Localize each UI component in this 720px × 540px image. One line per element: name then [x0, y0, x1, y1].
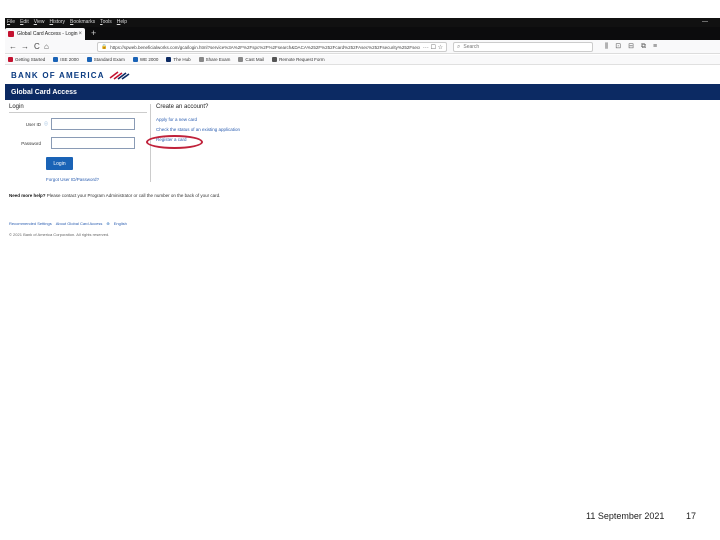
login-button[interactable]: Login [46, 157, 73, 170]
slide: File Edit View History Bookmarks Tools H… [0, 0, 720, 540]
bookmark-item[interactable]: Standard Exam [86, 57, 125, 62]
menu-edit[interactable]: Edit [20, 18, 29, 27]
forward-arrow-icon[interactable]: → [21, 42, 29, 52]
bookmark-icon [198, 57, 204, 62]
search-input[interactable] [463, 43, 574, 51]
menu-view[interactable]: View [34, 18, 45, 27]
url-text: https://spweb.beneficialworks.com/gca/lo… [110, 44, 420, 50]
search-box[interactable]: ⌕ [453, 42, 593, 52]
favicon-icon [8, 31, 14, 37]
hamburger-menu-icon[interactable]: ≡ [653, 42, 657, 52]
home-icon[interactable]: ⌂ [44, 42, 49, 52]
forgot-credentials-link[interactable]: Forgot User ID/Password? [46, 177, 99, 182]
boa-header: BANK OF AMERICA [5, 66, 720, 84]
bookmark-item[interactable]: Remote Request Form [272, 57, 325, 62]
user-id-row: User ID ⓘ [9, 118, 135, 130]
library-icon[interactable]: ⫼ [605, 42, 608, 52]
menu-history[interactable]: History [49, 18, 65, 27]
bookmark-item[interactable]: Cast Mail [238, 57, 264, 62]
bookmark-icon [8, 57, 13, 62]
reader-icon[interactable]: ⊟ [628, 42, 634, 52]
tab-global-card-access[interactable]: Global Card Access - Login × [5, 28, 85, 40]
copyright: © 2021 Bank of America Corporation. All … [9, 232, 110, 237]
banner-title: Global Card Access [11, 88, 77, 96]
menu-file[interactable]: File [7, 18, 15, 27]
bank-of-america-logo[interactable]: BANK OF AMERICA [11, 71, 105, 80]
tab-strip: Global Card Access - Login × + [5, 27, 720, 40]
login-panel: Login User ID ⓘ Password ⓘ Login Forgot … [9, 104, 147, 184]
flagscape-logo-icon [109, 71, 130, 80]
bookmarks-bar: Getting Started ISE 2000 Standard Exam W… [5, 55, 720, 65]
highlight-circle [146, 135, 203, 149]
menu-bar: File Edit View History Bookmarks Tools H… [5, 18, 720, 27]
bookmark-icon [272, 57, 278, 62]
info-icon[interactable]: ⓘ [44, 121, 48, 127]
login-heading: Login [9, 104, 147, 113]
menu-tools[interactable]: Tools [100, 18, 112, 27]
password-input[interactable] [51, 137, 135, 149]
bookmark-icon [166, 57, 172, 62]
bookmark-icon [53, 57, 59, 62]
address-bar[interactable]: 🔒 https://spweb.beneficialworks.com/gca/… [97, 42, 447, 52]
bookmark-item[interactable]: Share Exam [198, 57, 230, 62]
globe-icon: ⊕ [106, 221, 110, 226]
tab-close-icon[interactable]: × [78, 31, 82, 37]
navigation-bar: ← → C ⌂ 🔒 https://spweb.beneficialworks.… [5, 40, 720, 54]
bookmark-item[interactable]: ISE 2000 [53, 57, 79, 62]
minimize-button[interactable]: — [702, 18, 708, 27]
slide-page-number: 17 [686, 511, 697, 521]
help-text: Need more help? Please contact your Prog… [9, 193, 220, 198]
create-account-heading: Create an account? [156, 104, 209, 110]
bookmark-icon [238, 57, 244, 62]
user-id-label: User ID [25, 121, 41, 127]
language-link[interactable]: English [114, 221, 127, 226]
sidebar-icon[interactable]: ⧉ [641, 42, 646, 52]
bookmark-item[interactable]: Getting Started [8, 57, 45, 62]
password-label: Password [21, 140, 41, 146]
bookmark-item[interactable]: The Hub [166, 57, 191, 62]
lock-icon: 🔒 [101, 44, 108, 50]
reload-icon[interactable]: C [34, 42, 40, 52]
page-actions-icon[interactable]: ··· ☐ ☆ [423, 44, 443, 51]
check-application-status-link[interactable]: Check the status of an existing applicat… [156, 127, 240, 132]
tab-title: Global Card Access - Login [17, 31, 78, 37]
create-account-panel: Create an account? Apply for a new card … [156, 104, 336, 142]
global-card-access-banner: Global Card Access [5, 84, 720, 100]
apply-new-card-link[interactable]: Apply for a new card [156, 117, 197, 122]
menu-bookmarks[interactable]: Bookmarks [70, 18, 95, 27]
browser-screenshot: File Edit View History Bookmarks Tools H… [5, 18, 720, 240]
user-id-input[interactable] [51, 118, 135, 130]
menu-help[interactable]: Help [117, 18, 127, 27]
help-body: Please contact your Program Administrato… [45, 193, 221, 198]
search-icon: ⌕ [457, 43, 461, 50]
footer-links: Recommended Settings About Global Card A… [9, 221, 131, 226]
bookmark-icon [86, 57, 92, 62]
sync-icon[interactable]: ⊡ [615, 42, 621, 52]
toolbar-icons: ⫼ ⊡ ⊟ ⧉ ≡ [605, 42, 664, 52]
bookmark-item[interactable]: WE 2000 [132, 57, 158, 62]
new-tab-button[interactable]: + [91, 28, 96, 39]
back-arrow-icon[interactable]: ← [9, 42, 17, 52]
recommended-settings-link[interactable]: Recommended Settings [9, 221, 52, 226]
about-link[interactable]: About Global Card Access [56, 221, 103, 226]
slide-date: 11 September 2021 [586, 511, 665, 521]
bookmark-icon [132, 57, 138, 62]
password-row: Password ⓘ [9, 137, 135, 149]
help-heading: Need more help? [9, 193, 46, 198]
